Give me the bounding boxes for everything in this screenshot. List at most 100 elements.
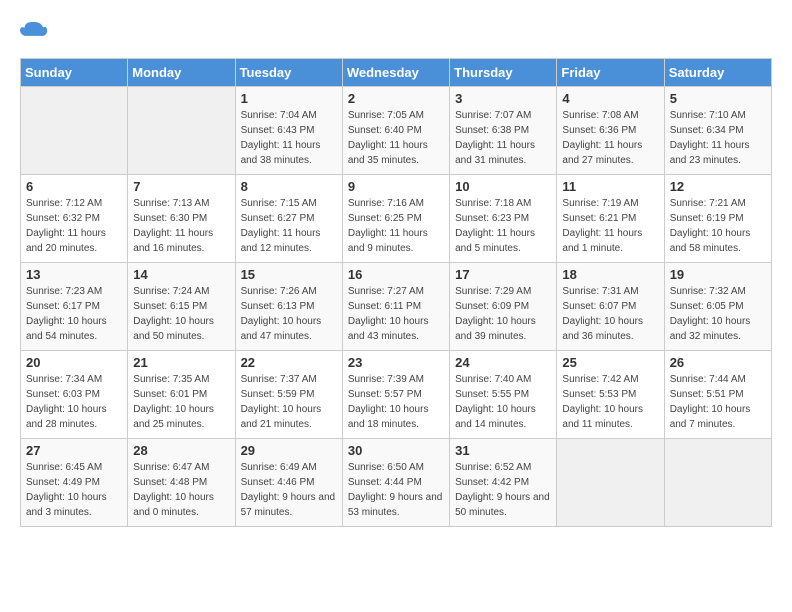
day-header-tuesday: Tuesday	[235, 59, 342, 87]
day-number: 1	[241, 91, 337, 106]
calendar-cell: 29 Sunrise: 6:49 AMSunset: 4:46 PMDaylig…	[235, 439, 342, 527]
day-info: Sunrise: 7:15 AMSunset: 6:27 PMDaylight:…	[241, 196, 337, 256]
day-info: Sunrise: 7:37 AMSunset: 5:59 PMDaylight:…	[241, 372, 337, 432]
day-header-sunday: Sunday	[21, 59, 128, 87]
calendar-cell: 7 Sunrise: 7:13 AMSunset: 6:30 PMDayligh…	[128, 175, 235, 263]
calendar-cell: 8 Sunrise: 7:15 AMSunset: 6:27 PMDayligh…	[235, 175, 342, 263]
day-info: Sunrise: 7:44 AMSunset: 5:51 PMDaylight:…	[670, 372, 766, 432]
calendar-cell: 6 Sunrise: 7:12 AMSunset: 6:32 PMDayligh…	[21, 175, 128, 263]
week-row-3: 13 Sunrise: 7:23 AMSunset: 6:17 PMDaylig…	[21, 263, 772, 351]
calendar-cell	[21, 87, 128, 175]
day-info: Sunrise: 7:39 AMSunset: 5:57 PMDaylight:…	[348, 372, 444, 432]
calendar-cell: 22 Sunrise: 7:37 AMSunset: 5:59 PMDaylig…	[235, 351, 342, 439]
calendar-cell: 25 Sunrise: 7:42 AMSunset: 5:53 PMDaylig…	[557, 351, 664, 439]
day-info: Sunrise: 7:07 AMSunset: 6:38 PMDaylight:…	[455, 108, 551, 168]
week-row-1: 1 Sunrise: 7:04 AMSunset: 6:43 PMDayligh…	[21, 87, 772, 175]
day-info: Sunrise: 7:32 AMSunset: 6:05 PMDaylight:…	[670, 284, 766, 344]
calendar-cell: 23 Sunrise: 7:39 AMSunset: 5:57 PMDaylig…	[342, 351, 449, 439]
calendar-cell: 10 Sunrise: 7:18 AMSunset: 6:23 PMDaylig…	[450, 175, 557, 263]
day-number: 19	[670, 267, 766, 282]
day-number: 9	[348, 179, 444, 194]
day-info: Sunrise: 7:24 AMSunset: 6:15 PMDaylight:…	[133, 284, 229, 344]
calendar-cell	[664, 439, 771, 527]
day-number: 25	[562, 355, 658, 370]
calendar-cell: 20 Sunrise: 7:34 AMSunset: 6:03 PMDaylig…	[21, 351, 128, 439]
day-number: 28	[133, 443, 229, 458]
calendar-header-row: SundayMondayTuesdayWednesdayThursdayFrid…	[21, 59, 772, 87]
day-info: Sunrise: 7:10 AMSunset: 6:34 PMDaylight:…	[670, 108, 766, 168]
week-row-4: 20 Sunrise: 7:34 AMSunset: 6:03 PMDaylig…	[21, 351, 772, 439]
logo	[20, 20, 52, 48]
day-number: 24	[455, 355, 551, 370]
calendar-cell: 11 Sunrise: 7:19 AMSunset: 6:21 PMDaylig…	[557, 175, 664, 263]
calendar-cell: 30 Sunrise: 6:50 AMSunset: 4:44 PMDaylig…	[342, 439, 449, 527]
calendar-cell: 2 Sunrise: 7:05 AMSunset: 6:40 PMDayligh…	[342, 87, 449, 175]
day-number: 3	[455, 91, 551, 106]
day-info: Sunrise: 7:19 AMSunset: 6:21 PMDaylight:…	[562, 196, 658, 256]
day-header-wednesday: Wednesday	[342, 59, 449, 87]
calendar-cell: 15 Sunrise: 7:26 AMSunset: 6:13 PMDaylig…	[235, 263, 342, 351]
day-info: Sunrise: 7:29 AMSunset: 6:09 PMDaylight:…	[455, 284, 551, 344]
day-info: Sunrise: 7:16 AMSunset: 6:25 PMDaylight:…	[348, 196, 444, 256]
day-info: Sunrise: 7:21 AMSunset: 6:19 PMDaylight:…	[670, 196, 766, 256]
calendar-cell: 17 Sunrise: 7:29 AMSunset: 6:09 PMDaylig…	[450, 263, 557, 351]
day-header-monday: Monday	[128, 59, 235, 87]
day-number: 30	[348, 443, 444, 458]
week-row-2: 6 Sunrise: 7:12 AMSunset: 6:32 PMDayligh…	[21, 175, 772, 263]
calendar-cell: 28 Sunrise: 6:47 AMSunset: 4:48 PMDaylig…	[128, 439, 235, 527]
day-header-thursday: Thursday	[450, 59, 557, 87]
day-info: Sunrise: 7:26 AMSunset: 6:13 PMDaylight:…	[241, 284, 337, 344]
day-number: 8	[241, 179, 337, 194]
calendar-cell	[557, 439, 664, 527]
calendar-cell: 3 Sunrise: 7:07 AMSunset: 6:38 PMDayligh…	[450, 87, 557, 175]
calendar-cell	[128, 87, 235, 175]
day-info: Sunrise: 7:08 AMSunset: 6:36 PMDaylight:…	[562, 108, 658, 168]
day-number: 11	[562, 179, 658, 194]
day-info: Sunrise: 7:18 AMSunset: 6:23 PMDaylight:…	[455, 196, 551, 256]
day-number: 18	[562, 267, 658, 282]
day-number: 31	[455, 443, 551, 458]
calendar-cell: 4 Sunrise: 7:08 AMSunset: 6:36 PMDayligh…	[557, 87, 664, 175]
calendar-cell: 31 Sunrise: 6:52 AMSunset: 4:42 PMDaylig…	[450, 439, 557, 527]
day-number: 17	[455, 267, 551, 282]
day-number: 21	[133, 355, 229, 370]
day-number: 22	[241, 355, 337, 370]
day-info: Sunrise: 7:23 AMSunset: 6:17 PMDaylight:…	[26, 284, 122, 344]
day-header-friday: Friday	[557, 59, 664, 87]
logo-icon	[20, 20, 48, 48]
calendar-cell: 14 Sunrise: 7:24 AMSunset: 6:15 PMDaylig…	[128, 263, 235, 351]
calendar-cell: 16 Sunrise: 7:27 AMSunset: 6:11 PMDaylig…	[342, 263, 449, 351]
calendar-cell: 5 Sunrise: 7:10 AMSunset: 6:34 PMDayligh…	[664, 87, 771, 175]
calendar-cell: 13 Sunrise: 7:23 AMSunset: 6:17 PMDaylig…	[21, 263, 128, 351]
day-number: 7	[133, 179, 229, 194]
day-number: 14	[133, 267, 229, 282]
day-info: Sunrise: 6:45 AMSunset: 4:49 PMDaylight:…	[26, 460, 122, 520]
day-info: Sunrise: 7:34 AMSunset: 6:03 PMDaylight:…	[26, 372, 122, 432]
day-header-saturday: Saturday	[664, 59, 771, 87]
day-info: Sunrise: 6:47 AMSunset: 4:48 PMDaylight:…	[133, 460, 229, 520]
day-number: 13	[26, 267, 122, 282]
day-info: Sunrise: 7:04 AMSunset: 6:43 PMDaylight:…	[241, 108, 337, 168]
calendar-cell: 26 Sunrise: 7:44 AMSunset: 5:51 PMDaylig…	[664, 351, 771, 439]
calendar-cell: 1 Sunrise: 7:04 AMSunset: 6:43 PMDayligh…	[235, 87, 342, 175]
day-number: 12	[670, 179, 766, 194]
day-number: 16	[348, 267, 444, 282]
day-info: Sunrise: 7:12 AMSunset: 6:32 PMDaylight:…	[26, 196, 122, 256]
day-info: Sunrise: 7:42 AMSunset: 5:53 PMDaylight:…	[562, 372, 658, 432]
day-info: Sunrise: 7:31 AMSunset: 6:07 PMDaylight:…	[562, 284, 658, 344]
day-info: Sunrise: 6:52 AMSunset: 4:42 PMDaylight:…	[455, 460, 551, 520]
day-number: 29	[241, 443, 337, 458]
day-info: Sunrise: 6:49 AMSunset: 4:46 PMDaylight:…	[241, 460, 337, 520]
day-number: 27	[26, 443, 122, 458]
day-number: 15	[241, 267, 337, 282]
calendar-cell: 18 Sunrise: 7:31 AMSunset: 6:07 PMDaylig…	[557, 263, 664, 351]
day-info: Sunrise: 6:50 AMSunset: 4:44 PMDaylight:…	[348, 460, 444, 520]
day-number: 5	[670, 91, 766, 106]
calendar-cell: 27 Sunrise: 6:45 AMSunset: 4:49 PMDaylig…	[21, 439, 128, 527]
day-info: Sunrise: 7:40 AMSunset: 5:55 PMDaylight:…	[455, 372, 551, 432]
day-info: Sunrise: 7:35 AMSunset: 6:01 PMDaylight:…	[133, 372, 229, 432]
day-number: 20	[26, 355, 122, 370]
day-number: 10	[455, 179, 551, 194]
calendar-cell: 19 Sunrise: 7:32 AMSunset: 6:05 PMDaylig…	[664, 263, 771, 351]
day-info: Sunrise: 7:05 AMSunset: 6:40 PMDaylight:…	[348, 108, 444, 168]
